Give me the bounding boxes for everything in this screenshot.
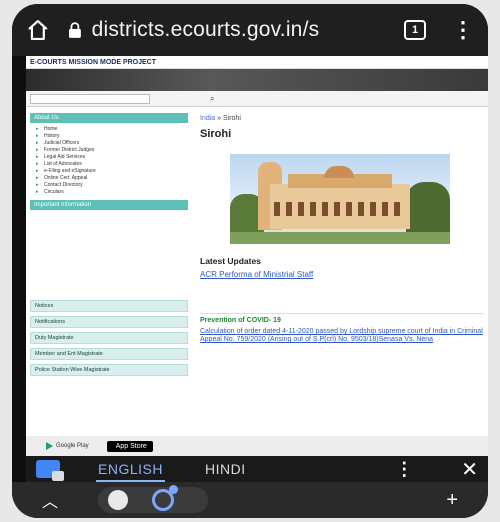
translate-menu-icon[interactable]: ⋮ (395, 459, 413, 480)
browser-url-bar: districts.ecourts.gov.in/s 1 ⋮ (12, 4, 488, 56)
app-download-bar: Google Play App Store (26, 436, 488, 456)
main-content: India » Sirohi Sirohi Latest Updates ACR… (188, 113, 484, 376)
tab-hindi[interactable]: HINDI (205, 461, 246, 477)
sidebar-item[interactable]: History (34, 133, 184, 140)
tab-group-pill (98, 485, 209, 513)
site-nav: ⌕ (26, 91, 488, 107)
red-notice-text (200, 350, 484, 356)
page-body: About Us Home History Judicial Officers … (26, 107, 488, 382)
notifications-button[interactable]: Notifications (30, 316, 188, 328)
sidebar: About Us Home History Judicial Officers … (30, 113, 188, 376)
update-meta (200, 289, 484, 295)
google-play-badge[interactable]: Google Play (46, 442, 89, 450)
hindi-update-link[interactable] (200, 297, 484, 303)
url-text[interactable]: districts.ecourts.gov.in/s (92, 18, 389, 42)
close-icon[interactable]: ✕ (461, 457, 478, 482)
notices-button[interactable]: Notices (30, 300, 188, 312)
police-station-magistrate-button[interactable]: Police Station Wise Magistrate (30, 364, 188, 376)
site-search-input[interactable] (30, 93, 150, 104)
phone-screen: districts.ecourts.gov.in/s 1 ⋮ E-COURTS … (12, 4, 488, 518)
tab-thumbnail-icon[interactable] (108, 490, 129, 510)
sidebar-item[interactable]: Former District Judges (34, 147, 184, 154)
sidebar-about-list: Home History Judicial Officers Former Di… (30, 123, 188, 200)
latest-updates-heading: Latest Updates (200, 256, 261, 266)
new-tab-icon[interactable]: + (446, 489, 458, 512)
sidebar-item[interactable]: Contact Directory (34, 182, 184, 189)
covid-order-link[interactable]: Calculation of order dated 4-11-2020 pas… (200, 328, 484, 344)
sidebar-item[interactable]: Online Cert. Appeal (34, 175, 184, 182)
app-store-badge[interactable]: App Store (106, 440, 153, 452)
browser-menu-icon[interactable]: ⋮ (452, 19, 474, 41)
home-icon[interactable] (26, 18, 50, 42)
google-play-label: Google Play (56, 443, 89, 449)
bottom-toolbar: ︿ + (12, 482, 488, 518)
acr-performa-link[interactable]: ACR Performa of Ministrial Staff (200, 270, 484, 279)
site-top-bar: E-COURTS MISSION MODE PROJECT (26, 56, 488, 69)
tab-count: 1 (412, 24, 419, 36)
search-icon[interactable]: ⌕ (210, 94, 214, 104)
sidebar-info-heading: Important Information (30, 200, 188, 210)
tab-thumbnail-active-icon[interactable] (152, 485, 179, 511)
web-page: E-COURTS MISSION MODE PROJECT ⌕ About Us… (26, 56, 488, 456)
lock-icon (68, 22, 81, 38)
sidebar-info-list (30, 210, 188, 296)
breadcrumb-home-link[interactable]: India (200, 115, 215, 122)
sidebar-item[interactable]: Judicial Officers (34, 140, 184, 147)
app-store-label: App Store (115, 442, 147, 450)
page-title: Sirohi (200, 128, 232, 140)
breadcrumb: India » Sirohi (200, 115, 484, 122)
sidebar-item[interactable]: e-Filing and eSignature (34, 168, 184, 175)
breadcrumb-current: Sirohi (222, 115, 241, 122)
tab-switcher-button[interactable]: 1 (404, 20, 426, 40)
court-building-image (230, 154, 450, 244)
site-brand: E-COURTS MISSION MODE PROJECT (30, 58, 157, 66)
sidebar-about-heading: About Us (30, 113, 188, 123)
sidebar-item[interactable]: List of Advocates (34, 161, 184, 168)
duty-magistrate-button[interactable]: Duty Magistrate (30, 332, 188, 344)
member-magistrate-button[interactable]: Member and Ent Magistrate (30, 348, 188, 360)
chevron-up-icon[interactable]: ︿ (42, 488, 58, 512)
sidebar-item[interactable]: Home (34, 126, 184, 133)
sidebar-item[interactable]: Legal Aid Services (34, 154, 184, 161)
tab-english[interactable]: ENGLISH (96, 456, 165, 482)
translate-bar: ENGLISH HINDI ⋮ ✕ (26, 456, 488, 482)
sidebar-item[interactable]: Circulars (34, 189, 184, 196)
google-translate-icon[interactable] (36, 460, 64, 481)
play-icon (46, 442, 53, 450)
covid-heading: Prevention of COVID- 19 (200, 313, 484, 324)
site-header-banner (26, 69, 488, 91)
